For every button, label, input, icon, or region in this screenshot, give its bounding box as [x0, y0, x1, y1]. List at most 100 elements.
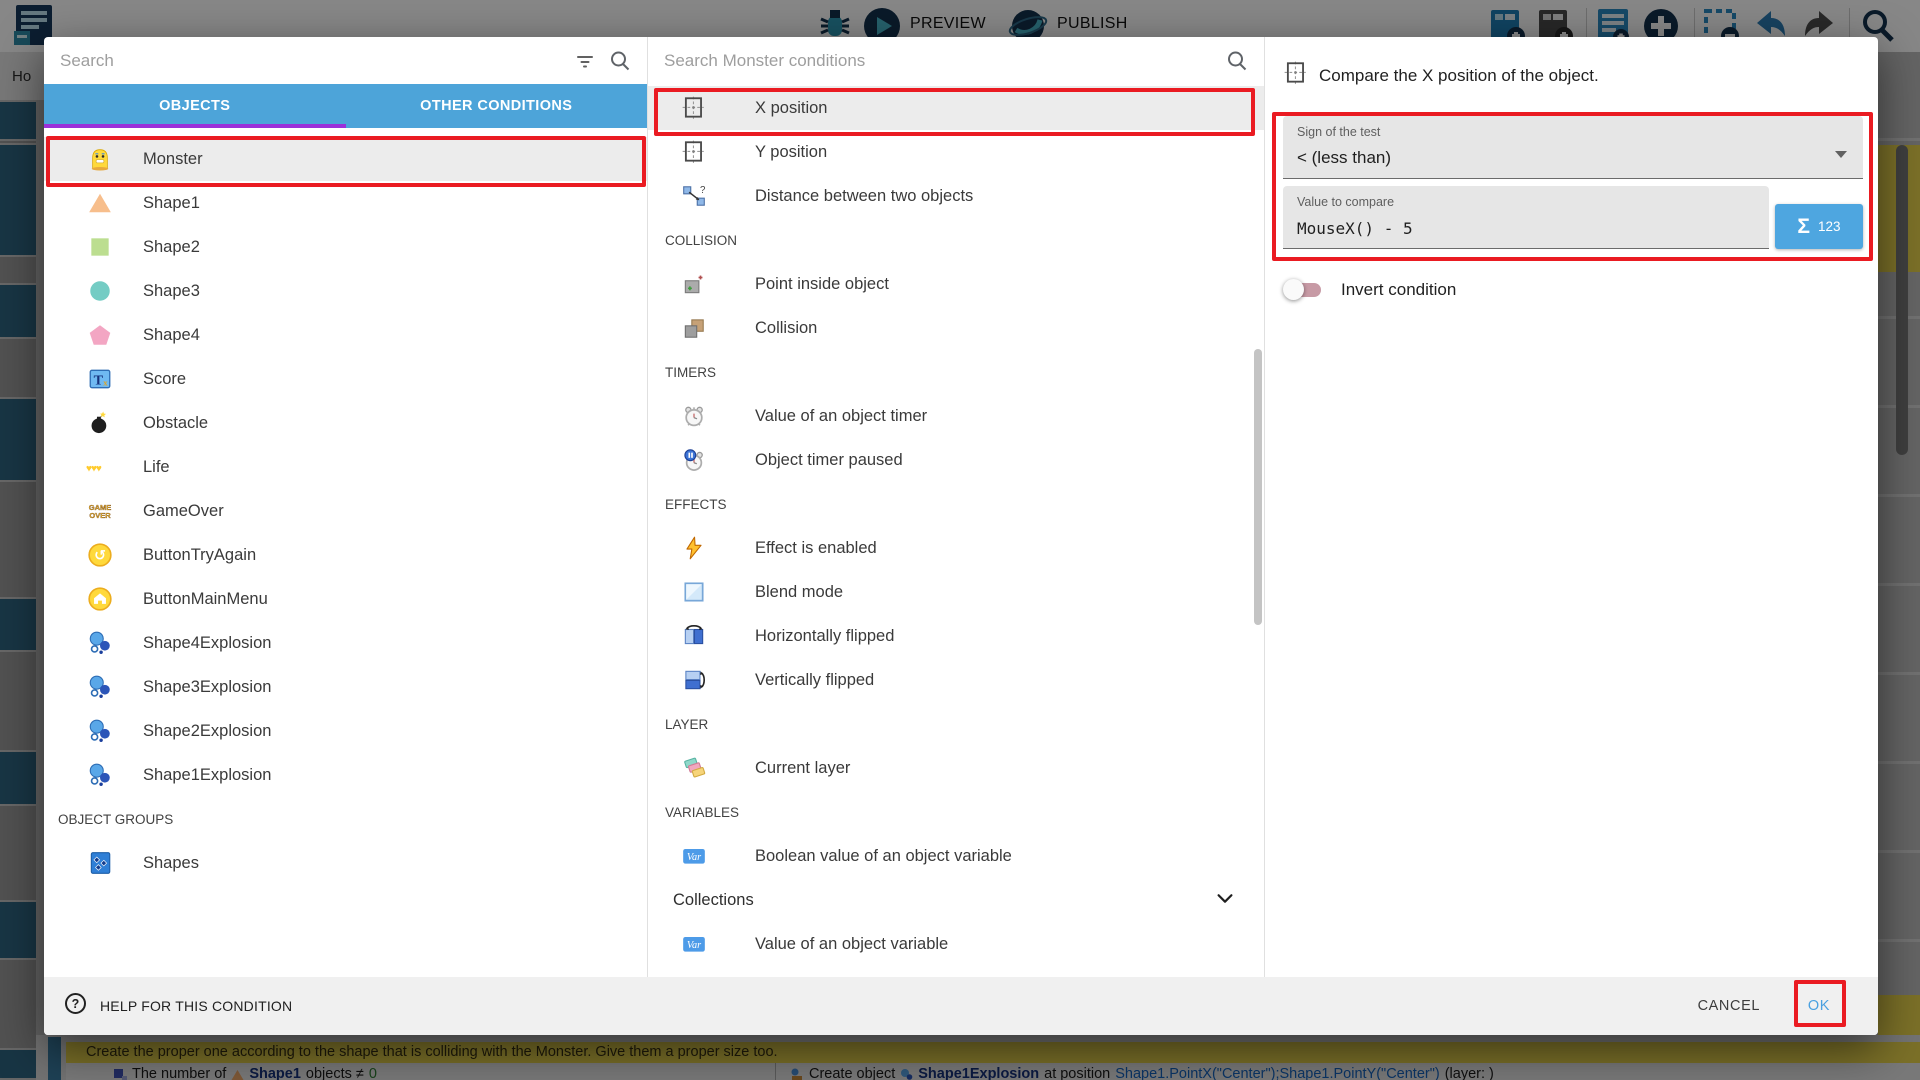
object-item-label: Obstacle	[143, 414, 208, 433]
condition-item-distance-between-two-objects[interactable]: ? Distance between two objects	[648, 174, 1264, 218]
condition-item-label: Effect is enabled	[755, 539, 877, 558]
ok-button[interactable]: OK	[1804, 998, 1834, 1014]
condition-item-label: Y position	[755, 143, 827, 162]
condition-item-value-of-an-object-timer[interactable]: Value of an object timer	[648, 394, 1264, 438]
object-item-label: Shape3	[143, 282, 200, 301]
object-item-label: Score	[143, 370, 186, 389]
object-item-obstacle[interactable]: Obstacle	[44, 401, 647, 445]
condition-item-label: Value of an object variable	[755, 935, 948, 954]
condition-item-blend-mode[interactable]: Blend mode	[648, 570, 1264, 614]
condition-item-label: Blend mode	[755, 583, 843, 602]
condition-item-label: Vertically flipped	[755, 671, 874, 690]
hearts-icon: ♥♥♥	[86, 453, 114, 481]
object-item-shape1[interactable]: Shape1	[44, 181, 647, 225]
help-for-condition-link[interactable]: ? HELP FOR THIS CONDITION	[64, 992, 292, 1020]
condition-item-current-layer[interactable]: Current layer	[648, 746, 1264, 790]
object-item-shape3explosion[interactable]: Shape3Explosion	[44, 665, 647, 709]
condition-item-y-position[interactable]: Y position	[648, 130, 1264, 174]
tab-other-conditions[interactable]: OTHER CONDITIONS	[346, 84, 648, 128]
chevron-down-icon	[1214, 887, 1236, 914]
explosion-icon	[86, 761, 114, 789]
object-item-label: Shape2Explosion	[143, 722, 271, 741]
shapes-group-icon	[86, 849, 114, 877]
object-item-gameover[interactable]: GAMEOVERGameOver	[44, 489, 647, 533]
position-icon	[680, 94, 708, 122]
condition-item-label: Object timer paused	[755, 451, 903, 470]
condition-item-label: Point inside object	[755, 275, 889, 294]
object-item-label: Shape4	[143, 326, 200, 345]
condition-item-horizontally-flipped[interactable]: Horizontally flipped	[648, 614, 1264, 658]
svg-text:Var: Var	[687, 940, 702, 951]
sign-of-test-label: Sign of the test	[1297, 125, 1380, 139]
help-question-icon: ?	[64, 992, 87, 1020]
toggle-knob	[1283, 279, 1304, 300]
blend-icon	[680, 578, 708, 606]
condition-item-label: X position	[755, 99, 827, 118]
condition-item-label: Distance between two objects	[755, 187, 973, 206]
btn-home-icon	[86, 585, 114, 613]
invert-condition-toggle[interactable]	[1283, 275, 1321, 305]
svg-text:↺: ↺	[94, 547, 106, 563]
conditions-list: X position Y position? Distance between tw…	[648, 84, 1264, 977]
condition-item-object-timer-paused[interactable]: Object timer paused	[648, 438, 1264, 482]
condition-group-collections[interactable]: Collections	[648, 878, 1264, 922]
condition-item-point-inside-object[interactable]: Point inside object	[648, 262, 1264, 306]
timer-icon	[680, 402, 708, 430]
object-item-label: ButtonMainMenu	[143, 590, 268, 609]
sign-of-test-select[interactable]: Sign of the test < (less than)	[1283, 116, 1863, 179]
sigma-icon: Σ	[1797, 215, 1810, 239]
triangle-icon	[86, 189, 114, 217]
flip-h-icon	[680, 622, 708, 650]
condition-item-x-position[interactable]: X position	[648, 86, 1264, 130]
parameters-column: Compare the X position of the object. Si…	[1265, 37, 1878, 977]
bolt-icon	[680, 534, 708, 562]
object-item-shape1explosion[interactable]: Shape1Explosion	[44, 753, 647, 797]
conditions-search-input[interactable]	[664, 51, 1212, 71]
condition-item-boolean-value-of-an-object-variable[interactable]: Var Boolean value of an object variable	[648, 834, 1264, 878]
object-item-monster[interactable]: Monster	[44, 137, 647, 181]
object-item-shape4[interactable]: Shape4	[44, 313, 647, 357]
expression-builder-button[interactable]: Σ 123	[1775, 204, 1863, 249]
condition-header: Compare the X position of the object.	[1283, 60, 1599, 91]
tab-objects[interactable]: OBJECTS	[44, 84, 346, 128]
condition-title: Compare the X position of the object.	[1319, 66, 1599, 86]
monster-icon	[86, 145, 114, 173]
condition-item-vertically-flipped[interactable]: Vertically flipped	[648, 658, 1264, 702]
explosion-icon	[86, 717, 114, 745]
conditions-search-row	[648, 37, 1264, 84]
object-item-shape2explosion[interactable]: Shape2Explosion	[44, 709, 647, 753]
objects-search-input[interactable]	[60, 51, 561, 71]
point-inside-icon	[680, 270, 708, 298]
value-to-compare-value: MouseX() - 5	[1297, 219, 1413, 238]
search-icon	[1226, 50, 1248, 72]
objects-tabs: OBJECTS OTHER CONDITIONS	[44, 84, 647, 128]
object-item-life[interactable]: ♥♥♥Life	[44, 445, 647, 489]
gameover-icon: GAMEOVER	[86, 497, 114, 525]
svg-text:?: ?	[700, 185, 706, 196]
condition-item-effect-is-enabled[interactable]: Effect is enabled	[648, 526, 1264, 570]
object-item-buttonmainmenu[interactable]: ButtonMainMenu	[44, 577, 647, 621]
object-item-score[interactable]: TxScore	[44, 357, 647, 401]
conditions-scrollbar[interactable]	[1254, 349, 1262, 625]
square-icon	[86, 233, 114, 261]
condition-item-label: Boolean value of an object variable	[755, 847, 1012, 866]
object-item-label: Shape3Explosion	[143, 678, 271, 697]
screen: PREVIEW PUBLISH	[0, 0, 1920, 1080]
condition-item-value-of-an-object-variable[interactable]: Var Value of an object variable	[648, 922, 1264, 966]
cancel-button[interactable]: CANCEL	[1698, 998, 1760, 1014]
object-item-shape2[interactable]: Shape2	[44, 225, 647, 269]
object-group-label: Shapes	[143, 854, 199, 873]
object-item-buttontryagain[interactable]: ↺ButtonTryAgain	[44, 533, 647, 577]
condition-item-collision[interactable]: Collision	[648, 306, 1264, 350]
object-item-shape4explosion[interactable]: Shape4Explosion	[44, 621, 647, 665]
svg-text:OVER: OVER	[89, 511, 111, 520]
object-item-shape3[interactable]: Shape3	[44, 269, 647, 313]
svg-text:Var: Var	[687, 852, 702, 863]
distance-icon: ?	[680, 182, 708, 210]
conditions-column: X position Y position? Distance between tw…	[648, 37, 1265, 977]
object-group-shapes[interactable]: Shapes	[44, 841, 647, 885]
filter-icon[interactable]	[575, 51, 595, 71]
value-to-compare-input[interactable]: Value to compare MouseX() - 5	[1283, 186, 1769, 249]
svg-text:x: x	[103, 378, 108, 388]
var-icon: Var	[680, 930, 708, 958]
